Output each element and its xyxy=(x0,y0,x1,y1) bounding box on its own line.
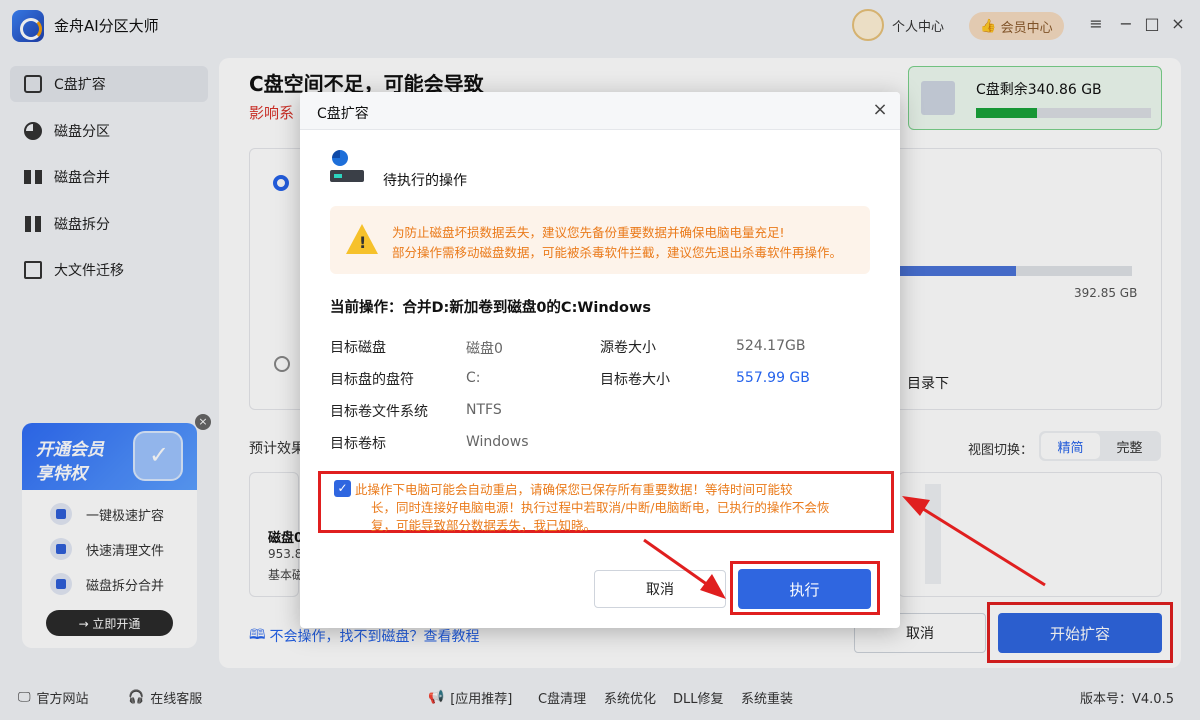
arrow-head-1 xyxy=(902,496,930,516)
arrow-head-2 xyxy=(700,574,726,599)
arrow-line-1 xyxy=(911,500,1046,587)
arrow-line-2 xyxy=(643,538,716,592)
annotation-arrows xyxy=(643,496,1046,599)
